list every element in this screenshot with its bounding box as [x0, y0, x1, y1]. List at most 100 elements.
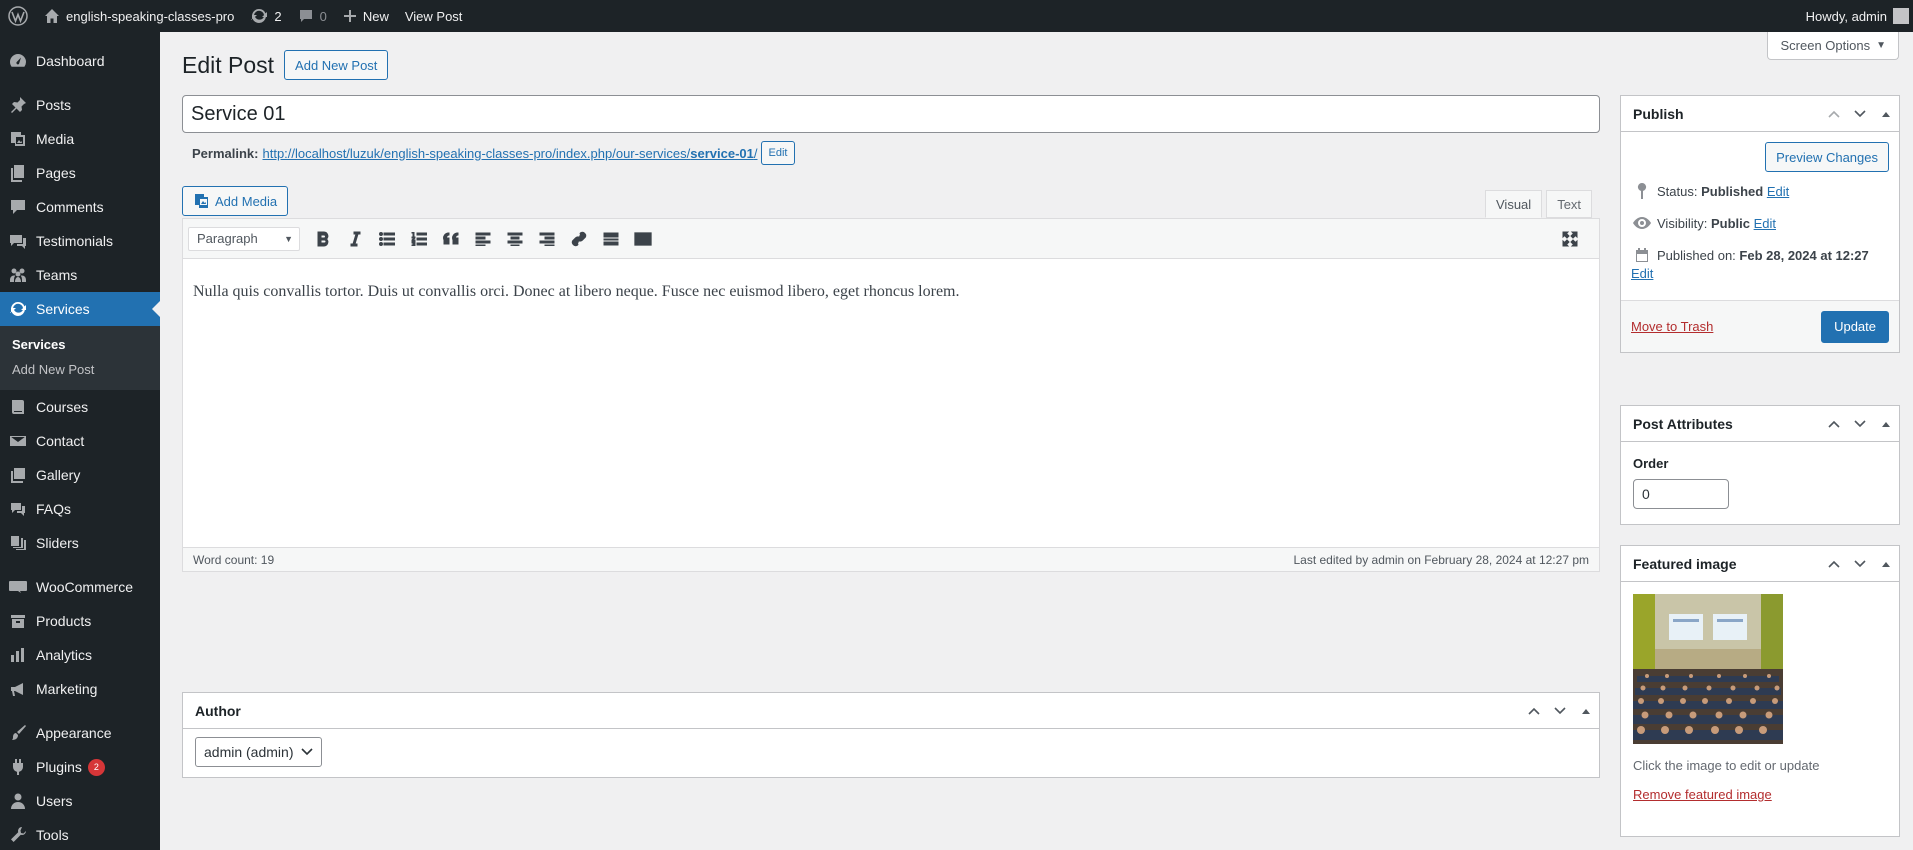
sidebar-item-posts[interactable]: Posts: [0, 88, 160, 122]
toggle-panel-button[interactable]: [1873, 546, 1899, 582]
featured-image-title: Featured image: [1633, 555, 1737, 572]
move-down-button[interactable]: [1847, 96, 1873, 132]
site-name-link[interactable]: english-speaking-classes-pro: [36, 0, 242, 32]
italic-button[interactable]: [342, 226, 368, 252]
sidebar-item-tools[interactable]: Tools: [0, 818, 160, 850]
courses-icon: [8, 397, 28, 417]
teams-icon: [8, 265, 28, 285]
align-left-button[interactable]: [470, 226, 496, 252]
move-to-trash-link[interactable]: Move to Trash: [1631, 319, 1713, 334]
tab-visual[interactable]: Visual: [1485, 190, 1543, 218]
sidebar-item-testimonials[interactable]: Testimonials: [0, 224, 160, 258]
sidebar-item-label: Dashboard: [36, 53, 105, 69]
sidebar-item-courses[interactable]: Courses: [0, 390, 160, 424]
editor-content-area[interactable]: Nulla quis convallis tortor. Duis ut con…: [183, 259, 1599, 325]
sidebar-item-label: Products: [36, 613, 92, 629]
sidebar-item-sliders[interactable]: Sliders: [0, 526, 160, 560]
site-name: english-speaking-classes-pro: [66, 8, 235, 24]
bulleted-list-button[interactable]: [374, 226, 400, 252]
remove-featured-image-link[interactable]: Remove featured image: [1633, 787, 1772, 802]
sidebar-item-comments[interactable]: Comments: [0, 190, 160, 224]
toggle-panel-button[interactable]: [1873, 406, 1899, 442]
edit-visibility-link[interactable]: Edit: [1754, 216, 1776, 231]
bold-button[interactable]: [310, 226, 336, 252]
sidebar-item-marketing[interactable]: Marketing: [0, 672, 160, 706]
account-menu[interactable]: Howdy, admin: [1798, 0, 1913, 32]
post-title-input[interactable]: Service 01: [182, 95, 1600, 133]
new-content-link[interactable]: New: [335, 0, 397, 32]
sidebar-item-gallery[interactable]: Gallery: [0, 458, 160, 492]
numbered-list-button[interactable]: [406, 226, 432, 252]
sidebar-item-dashboard[interactable]: Dashboard: [0, 44, 160, 78]
published-label: Published on:: [1657, 247, 1736, 263]
wordpress-logo-icon[interactable]: [0, 0, 36, 32]
updates-icon: [251, 9, 268, 23]
sidebar-item-label: Tools: [36, 827, 69, 843]
move-down-button[interactable]: [1847, 406, 1873, 442]
sidebar-item-woocommerce[interactable]: WooCommerce: [0, 570, 160, 604]
sidebar-item-pages[interactable]: Pages: [0, 156, 160, 190]
featured-image-thumbnail[interactable]: [1633, 594, 1783, 744]
move-up-button[interactable]: [1821, 406, 1847, 442]
author-postbox: Author admin (admin): [182, 692, 1600, 778]
fullscreen-button[interactable]: [1557, 226, 1583, 252]
page-heading: Edit Post Add New Post: [182, 50, 389, 80]
sidebar-item-products[interactable]: Products: [0, 604, 160, 638]
sidebar-item-plugins[interactable]: Plugins 2: [0, 750, 160, 784]
move-up-button[interactable]: [1521, 693, 1547, 729]
add-new-post-button[interactable]: Add New Post: [284, 50, 389, 80]
toggle-panel-button[interactable]: [1873, 96, 1899, 132]
users-icon: [8, 791, 28, 811]
howdy-text: Howdy, admin: [1805, 8, 1887, 24]
toggle-panel-button[interactable]: [1573, 693, 1599, 729]
edit-status-link[interactable]: Edit: [1767, 184, 1789, 199]
caret-down-icon: ▼: [1876, 40, 1886, 51]
author-select[interactable]: admin (admin): [195, 737, 323, 767]
chevron-down-icon: [1854, 419, 1866, 427]
screen-options-button[interactable]: Screen Options ▼: [1767, 32, 1899, 60]
sidebar-item-users[interactable]: Users: [0, 784, 160, 818]
toolbar-toggle-button[interactable]: [630, 226, 656, 252]
view-post-link[interactable]: View Post: [397, 0, 471, 32]
featured-image-header: Featured image: [1621, 546, 1899, 582]
blockquote-button[interactable]: [438, 226, 464, 252]
permalink-url[interactable]: http://localhost/luzuk/english-speaking-…: [262, 146, 757, 161]
featured-image-hint: Click the image to edit or update: [1633, 758, 1820, 773]
update-button[interactable]: Update: [1821, 310, 1889, 343]
sidebar-item-media[interactable]: Media: [0, 122, 160, 156]
sidebar-item-analytics[interactable]: Analytics: [0, 638, 160, 672]
insert-link-button[interactable]: [566, 226, 592, 252]
align-right-button[interactable]: [534, 226, 560, 252]
caret-up-icon: [1882, 421, 1890, 427]
move-down-button[interactable]: [1847, 546, 1873, 582]
sidebar-item-services[interactable]: Services: [0, 292, 160, 326]
format-select-value: Paragraph: [197, 231, 258, 246]
add-media-button[interactable]: Add Media: [182, 186, 289, 216]
move-up-button[interactable]: [1821, 546, 1847, 582]
sidebar-item-teams[interactable]: Teams: [0, 258, 160, 292]
read-more-button[interactable]: [598, 226, 624, 252]
permalink-edit-button[interactable]: Edit: [760, 141, 796, 165]
submenu-item-add-new-post[interactable]: Add New Post: [0, 357, 160, 382]
media-icon: [8, 129, 28, 149]
submenu-item-services[interactable]: Services: [0, 332, 160, 357]
move-up-button[interactable]: [1821, 96, 1847, 132]
numbered-list-icon: [411, 231, 427, 246]
align-center-button[interactable]: [502, 226, 528, 252]
comments-link[interactable]: 0: [290, 0, 335, 32]
sidebar-item-contact[interactable]: Contact: [0, 424, 160, 458]
preview-changes-button[interactable]: Preview Changes: [1765, 142, 1889, 172]
edit-date-link[interactable]: Edit: [1631, 266, 1653, 281]
page-title: Edit Post: [182, 51, 275, 78]
caret-up-icon: [1882, 561, 1890, 567]
move-down-button[interactable]: [1547, 693, 1573, 729]
publish-postbox: Publish Preview Changes Status: Publishe…: [1620, 95, 1900, 353]
format-select[interactable]: Paragraph ▼: [188, 226, 300, 251]
tab-text[interactable]: Text: [1546, 190, 1593, 218]
chevron-up-icon: [1828, 110, 1840, 118]
updates-link[interactable]: 2: [242, 0, 289, 32]
sidebar-item-appearance[interactable]: Appearance: [0, 716, 160, 750]
sidebar-item-faqs[interactable]: FAQs: [0, 492, 160, 526]
order-input[interactable]: 0: [1633, 479, 1729, 509]
last-edited-text: Last edited by admin on February 28, 202…: [1293, 552, 1589, 567]
